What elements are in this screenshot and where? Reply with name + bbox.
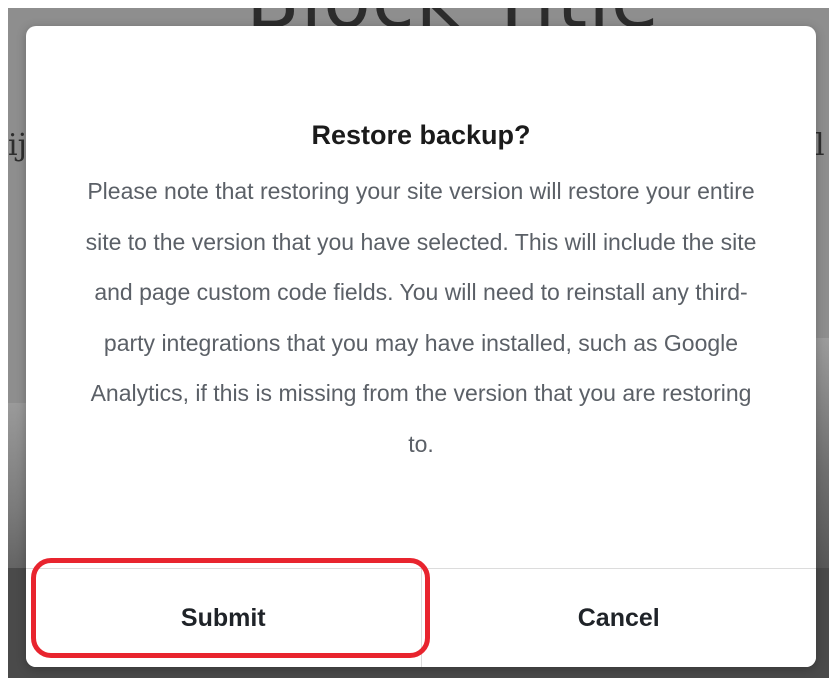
dialog-message: Please note that restoring your site ver… xyxy=(85,178,757,457)
dialog-footer: Submit Cancel xyxy=(26,568,816,667)
screen: Block Title ij l Restore backup? Please … xyxy=(0,0,829,678)
cancel-button[interactable]: Cancel xyxy=(421,569,816,667)
submit-button[interactable]: Submit xyxy=(26,569,422,667)
restore-backup-dialog: Restore backup? Please note that restori… xyxy=(26,26,816,667)
background-text-left: ij xyxy=(8,128,27,163)
dialog-title: Restore backup? xyxy=(311,120,531,150)
background-text-right: l xyxy=(815,128,825,163)
